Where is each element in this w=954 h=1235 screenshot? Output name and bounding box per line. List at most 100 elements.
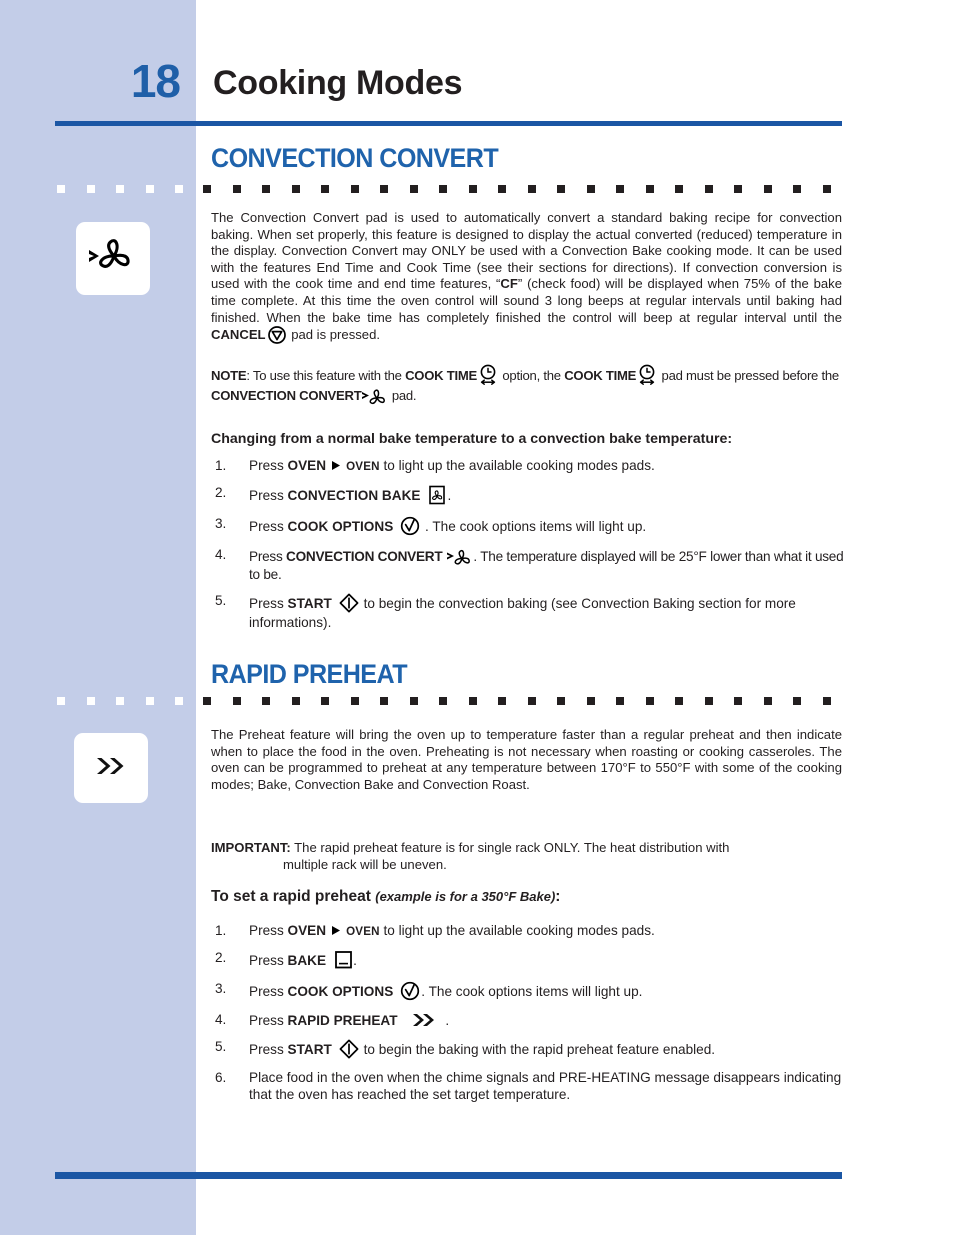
steps-list-convection-convert: 1. Press OVEN OVEN to light up the availa… bbox=[211, 457, 851, 640]
convection-convert-icon bbox=[361, 386, 388, 405]
convection-convert-icon bbox=[446, 546, 473, 566]
cancel-icon bbox=[266, 326, 288, 345]
step-text-pre: Press bbox=[249, 1013, 288, 1028]
oven-label-2: OVEN bbox=[346, 925, 380, 938]
sidebar-icon-tile-rapid-preheat bbox=[74, 733, 148, 803]
paragraph-rapid-preheat: The Preheat feature will bring the oven … bbox=[211, 727, 842, 793]
convection-convert-label: CONVECTION CONVERT bbox=[211, 388, 362, 403]
list-item: 2. Press BAKE . bbox=[211, 949, 851, 971]
page-number: 18 bbox=[130, 55, 181, 107]
step-number: 2. bbox=[215, 950, 227, 965]
dotted-divider-2 bbox=[203, 697, 842, 705]
header-divider bbox=[55, 121, 842, 126]
step-number: 5. bbox=[215, 593, 227, 608]
cook-options-icon bbox=[399, 980, 421, 1002]
step-text-pre: Press bbox=[249, 549, 287, 564]
rapid-preheat-body-text: The Preheat feature will bring the oven … bbox=[211, 727, 842, 792]
important-label: IMPORTANT: bbox=[211, 840, 291, 855]
cook-time-icon bbox=[636, 364, 658, 386]
step-number: 6. bbox=[215, 1070, 227, 1085]
play-triangle-icon bbox=[326, 925, 346, 936]
step-text-post: . bbox=[353, 953, 357, 968]
bake-icon bbox=[333, 949, 353, 971]
step-text-pre: Press bbox=[249, 596, 288, 611]
step-text-post: . The cook options items will light up. bbox=[421, 984, 643, 999]
step-text-pre: Press bbox=[249, 519, 288, 534]
section-heading-rapid-preheat: RAPID PREHEAT bbox=[211, 659, 408, 689]
cf-label: CF bbox=[500, 276, 518, 292]
list-item: 1. Press OVEN OVEN to light up the availa… bbox=[211, 457, 851, 475]
step-text-pre: Press bbox=[249, 984, 288, 999]
step-text-post: to light up the available cooking modes … bbox=[379, 458, 655, 473]
cook-options-label: COOK OPTIONS bbox=[287, 984, 394, 999]
list-item: 6. Place food in the oven when the chime… bbox=[211, 1069, 851, 1103]
cook-options-label: COOK OPTIONS bbox=[287, 519, 394, 534]
oven-label: OVEN bbox=[287, 923, 327, 938]
sidebar-icon-tile-convection-convert bbox=[76, 222, 150, 295]
step-number: 4. bbox=[215, 547, 227, 562]
cc-paragraph-part3: pad is pressed. bbox=[287, 327, 380, 343]
step-text-pre: Press bbox=[249, 953, 288, 968]
cook-options-icon bbox=[399, 515, 421, 537]
step-text-pre: Press bbox=[249, 1042, 288, 1057]
double-chevron-icon bbox=[410, 1011, 442, 1029]
list-item: 2. Press CONVECTION BAKE . bbox=[211, 484, 851, 506]
note-part1: : To use this feature with the bbox=[246, 368, 406, 383]
start-icon bbox=[338, 592, 360, 614]
subheading-italic-note: (example is for a 350°F Bake) bbox=[375, 889, 556, 904]
dotted-divider-1 bbox=[203, 185, 842, 193]
important-line2: multiple rack will be uneven. bbox=[283, 856, 447, 872]
step-text-pre: Press bbox=[249, 923, 288, 938]
footer-divider bbox=[55, 1172, 842, 1179]
step-text-pre: Press bbox=[249, 488, 288, 503]
dotted-divider-left-1 bbox=[55, 185, 196, 193]
list-item: 5. Press START to begin the convection b… bbox=[211, 592, 851, 631]
cook-time-label-2: COOK TIME bbox=[564, 368, 637, 383]
step-number: 1. bbox=[215, 458, 227, 473]
list-item: 3. Press COOK OPTIONS . The cook options… bbox=[211, 515, 851, 537]
step-text-post: . bbox=[447, 488, 452, 503]
list-item: 4. Press CONVECTION CONVERT . The temper… bbox=[211, 546, 851, 583]
paragraph-convection-convert: The Convection Convert pad is used to au… bbox=[211, 210, 842, 345]
step-number: 2. bbox=[215, 485, 227, 500]
convection-convert-icon bbox=[85, 234, 141, 283]
cook-time-label-1: COOK TIME bbox=[405, 368, 478, 383]
step-number: 1. bbox=[215, 923, 227, 938]
step-text-pre: Place food in the oven when the chime si… bbox=[249, 1070, 842, 1102]
bake-label: BAKE bbox=[287, 953, 327, 968]
cook-time-icon bbox=[477, 364, 499, 386]
section-heading-convection-convert: CONVECTION CONVERT bbox=[211, 143, 499, 173]
list-item: 5. Press START to begin the baking with … bbox=[211, 1038, 851, 1060]
oven-label-2: OVEN bbox=[346, 460, 380, 473]
page-title: Cooking Modes bbox=[213, 64, 463, 102]
subheading-colon: : bbox=[555, 888, 561, 905]
note-part4: pad. bbox=[388, 388, 417, 403]
start-icon bbox=[338, 1038, 360, 1060]
dotted-divider-left-2 bbox=[55, 697, 196, 705]
step-text-pre: Press bbox=[249, 458, 288, 473]
note-part2: option, the bbox=[499, 368, 565, 383]
note-part3: pad must be pressed before the bbox=[658, 368, 840, 383]
rapid-preheat-label: RAPID PREHEAT bbox=[287, 1013, 398, 1028]
convection-convert-label: CONVECTION CONVERT bbox=[286, 549, 443, 564]
step-text-post: to light up the available cooking modes … bbox=[379, 923, 655, 938]
step-number: 4. bbox=[215, 1012, 227, 1027]
subheading-convection-convert: Changing from a normal bake temperature … bbox=[211, 431, 733, 447]
step-text-post: to begin the baking with the rapid prehe… bbox=[359, 1042, 716, 1057]
list-item: 1. Press OVEN OVEN to light up the availa… bbox=[211, 922, 851, 940]
double-chevron-icon bbox=[89, 751, 133, 786]
step-text-post: . The cook options items will light up. bbox=[421, 519, 647, 534]
start-label: START bbox=[287, 1042, 332, 1057]
play-triangle-icon bbox=[326, 460, 346, 471]
cancel-label: CANCEL bbox=[211, 327, 266, 343]
convection-bake-icon bbox=[427, 484, 447, 506]
note-label: NOTE bbox=[211, 368, 247, 383]
steps-list-rapid-preheat: 1. Press OVEN OVEN to light up the availa… bbox=[211, 922, 851, 1112]
important-note-rapid-preheat: IMPORTANT: The rapid preheat feature is … bbox=[211, 840, 843, 873]
note-convection-convert: NOTE: To use this feature with the COOK … bbox=[211, 364, 842, 405]
oven-label: OVEN bbox=[287, 458, 327, 473]
step-text-post: . bbox=[441, 1013, 450, 1028]
step-number: 5. bbox=[215, 1039, 227, 1054]
start-label: START bbox=[287, 596, 332, 611]
important-line1: The rapid preheat feature is for single … bbox=[290, 840, 730, 855]
